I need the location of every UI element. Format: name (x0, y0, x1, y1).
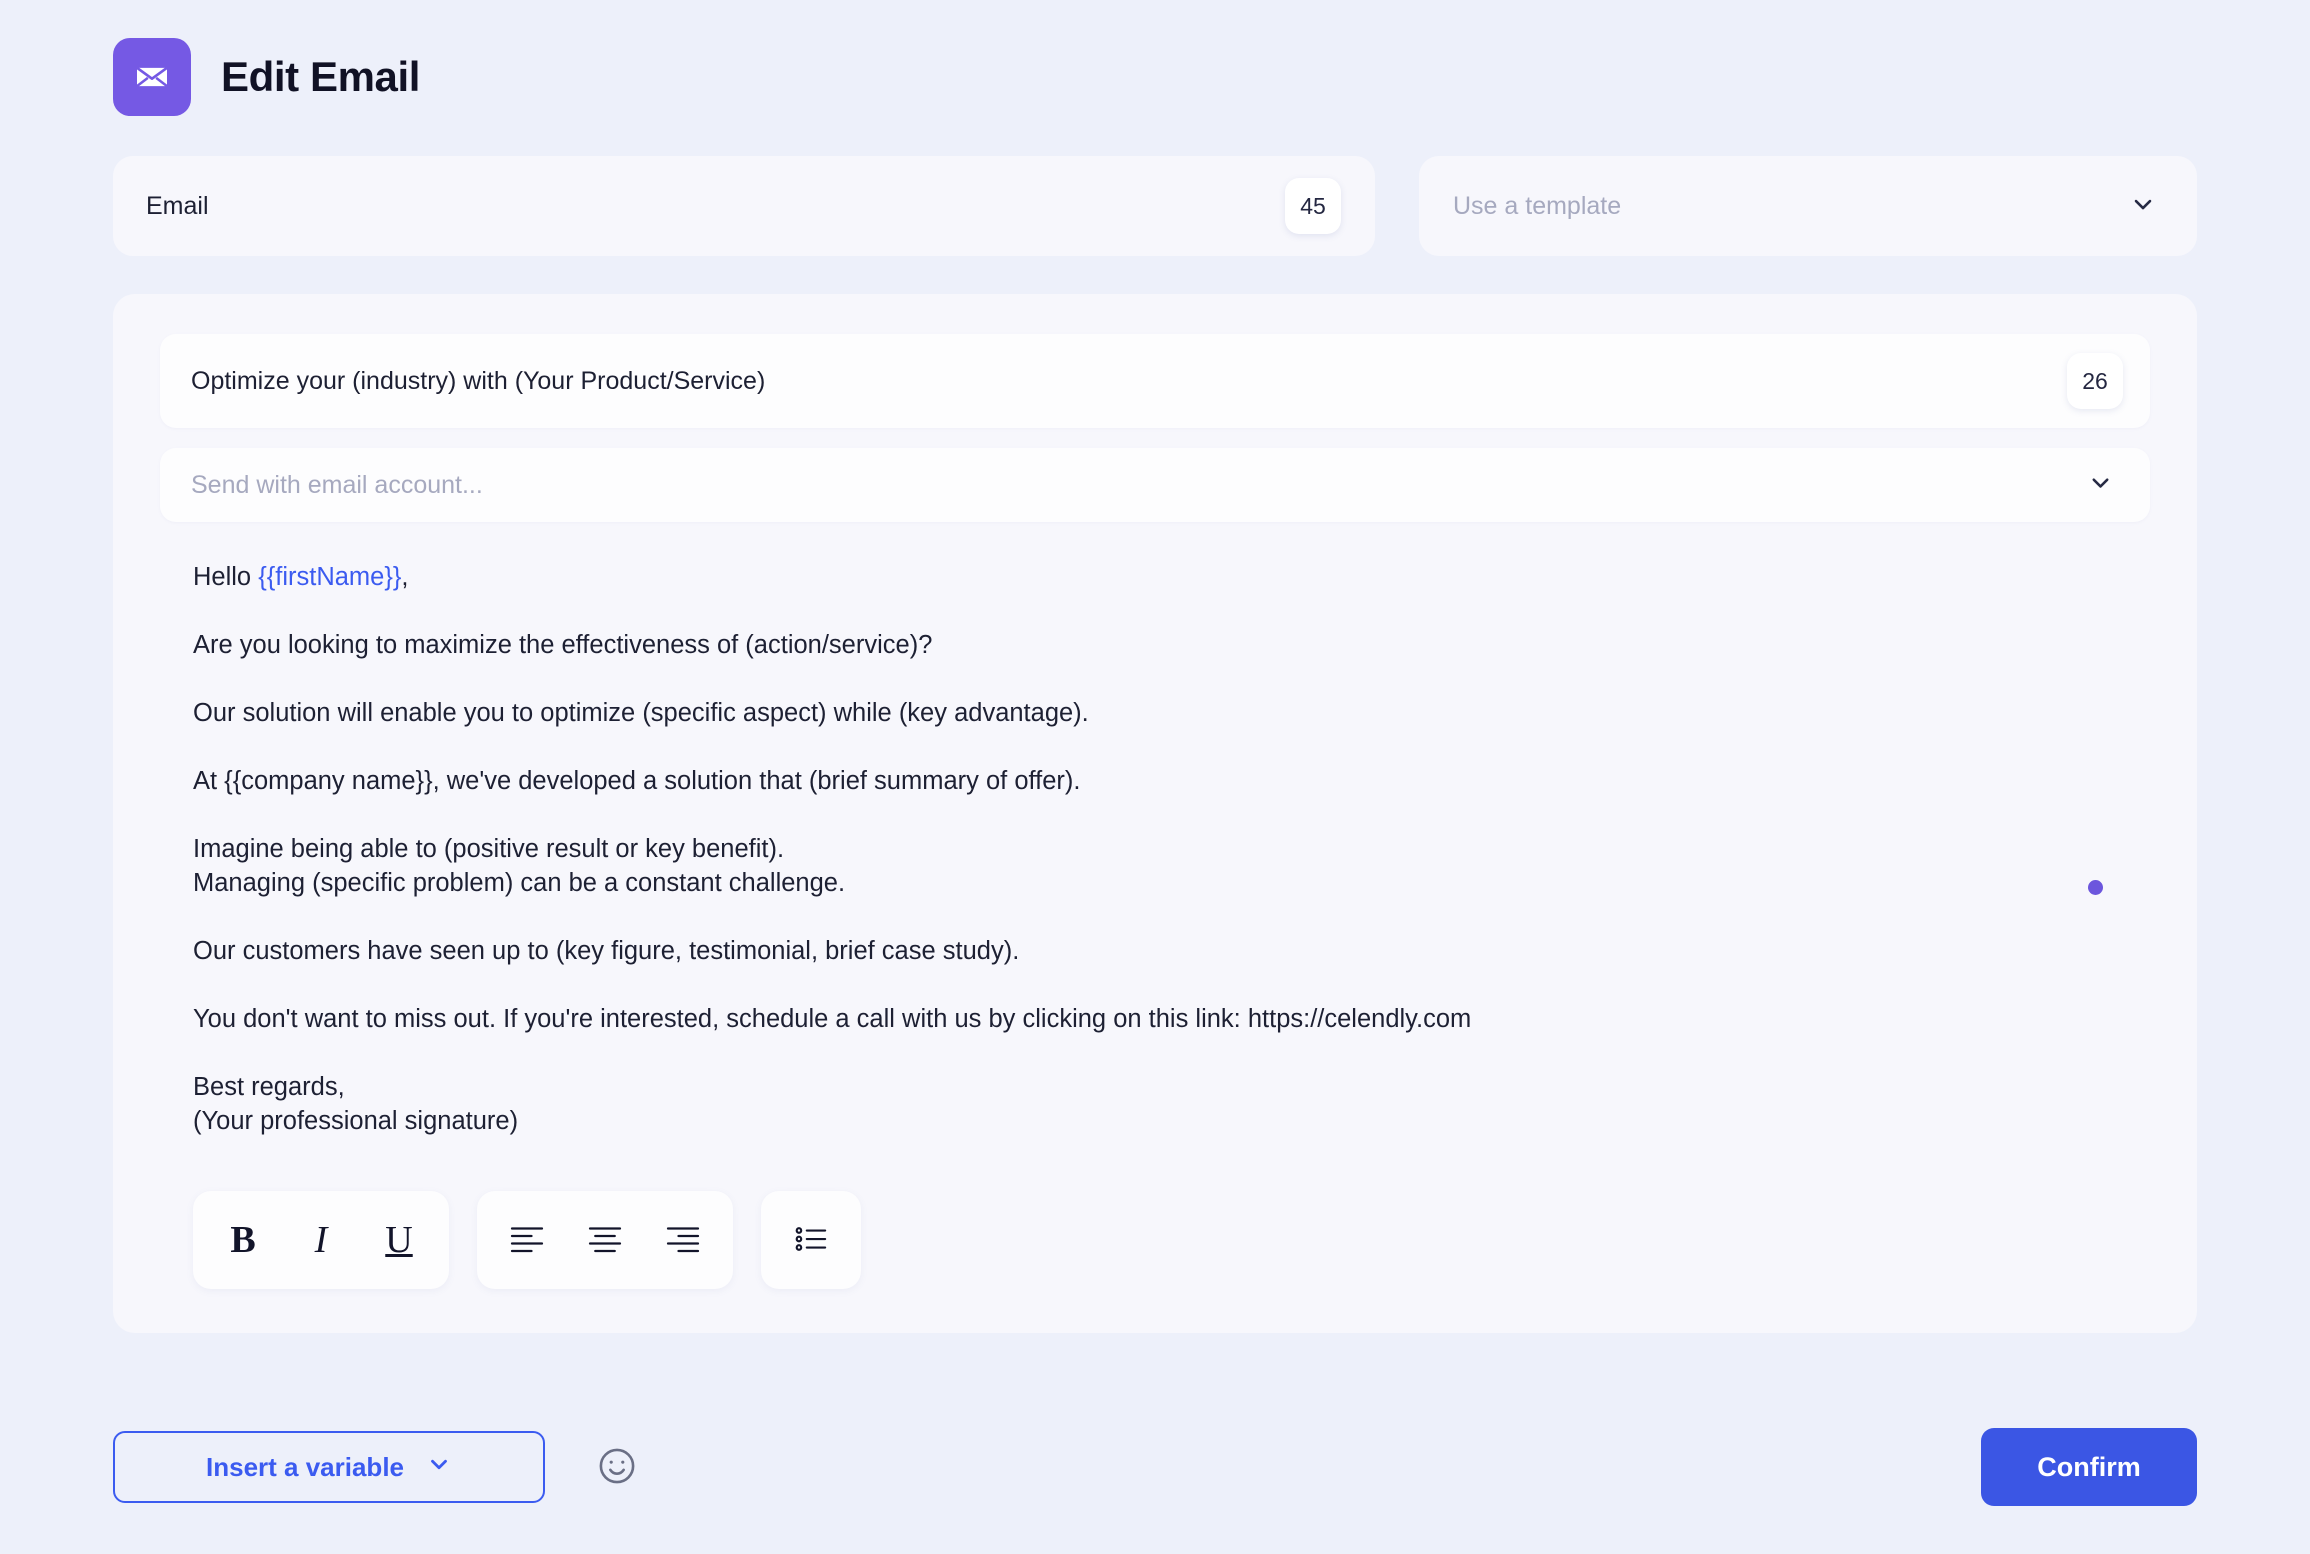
subject-input[interactable]: Optimize your (industry) with (Your Prod… (160, 334, 2150, 428)
email-name-input[interactable]: Email 45 (113, 156, 1375, 256)
align-left-icon (509, 1224, 545, 1257)
align-center-icon (587, 1224, 623, 1257)
chevron-down-icon (2087, 469, 2114, 501)
top-field-row: Email 45 Use a template (0, 116, 2310, 256)
body-paragraph: At {{company name}}, we've developed a s… (193, 767, 1081, 795)
underline-button[interactable]: U (365, 1206, 433, 1274)
bold-glyph: B (230, 1219, 256, 1261)
email-name-count-badge: 45 (1285, 178, 1341, 234)
footer-action-bar: Insert a variable Confirm (113, 1428, 2197, 1506)
body-paragraph: Are you looking to maximize the effectiv… (193, 631, 933, 659)
subject-value: Optimize your (industry) with (Your Prod… (191, 366, 766, 395)
toolbar-group-alignment (477, 1191, 733, 1289)
italic-glyph: I (314, 1219, 328, 1261)
greeting-suffix: , (401, 563, 409, 591)
toolbar-group-text-style: B I U (193, 1191, 449, 1289)
chevron-down-icon (2129, 190, 2157, 223)
page-header: Edit Email (0, 0, 2310, 116)
email-account-select[interactable]: Send with email account... (160, 448, 2150, 522)
email-body-editor[interactable]: Hello {{firstName}}, Are you looking to … (160, 522, 2150, 1138)
greeting-prefix: Hello (193, 563, 259, 591)
editor-resize-dot[interactable] (2088, 880, 2103, 895)
smiley-face-icon (596, 1445, 638, 1490)
emoji-picker-button[interactable] (589, 1439, 645, 1495)
confirm-button[interactable]: Confirm (1981, 1428, 2197, 1506)
insert-variable-button[interactable]: Insert a variable (113, 1431, 545, 1503)
bold-button[interactable]: B (209, 1206, 277, 1274)
bulleted-list-button[interactable] (777, 1206, 845, 1274)
email-account-placeholder: Send with email account... (191, 470, 483, 499)
greeting-variable-token: {{firstName}} (258, 563, 402, 591)
body-paragraph: Best regards, (Your professional signatu… (193, 1073, 519, 1135)
bulleted-list-icon (794, 1224, 828, 1257)
template-select[interactable]: Use a template (1419, 156, 2197, 256)
align-right-icon (665, 1224, 701, 1257)
page-title: Edit Email (221, 53, 421, 100)
underline-glyph: U (385, 1219, 413, 1261)
envelope-icon (113, 38, 191, 116)
insert-variable-label: Insert a variable (206, 1451, 404, 1482)
email-name-value: Email (146, 191, 209, 220)
align-right-button[interactable] (649, 1206, 717, 1274)
formatting-toolbar: B I U (160, 1191, 2150, 1289)
chevron-down-icon (426, 1451, 452, 1484)
body-paragraph: You don't want to miss out. If you're in… (193, 1005, 1472, 1033)
email-composer-card: Optimize your (industry) with (Your Prod… (113, 294, 2197, 1333)
subject-count-badge: 26 (2067, 353, 2123, 409)
body-paragraph: Our solution will enable you to optimize… (193, 699, 1089, 727)
body-greeting: Hello {{firstName}}, (193, 560, 2150, 594)
template-select-placeholder: Use a template (1453, 191, 1622, 220)
align-center-button[interactable] (571, 1206, 639, 1274)
italic-button[interactable]: I (287, 1206, 355, 1274)
align-left-button[interactable] (493, 1206, 561, 1274)
toolbar-group-list (761, 1191, 861, 1289)
body-paragraph: Our customers have seen up to (key figur… (193, 937, 1020, 965)
body-paragraph: Imagine being able to (positive result o… (193, 835, 846, 897)
edit-email-page: Edit Email Email 45 Use a template Optim… (0, 0, 2310, 1554)
